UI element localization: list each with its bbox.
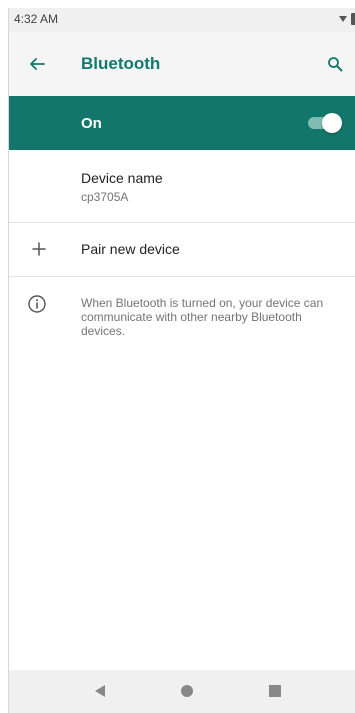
nav-home-button[interactable] xyxy=(178,682,196,700)
device-name-title: Device name xyxy=(81,170,163,186)
status-bar: 4:32 AM xyxy=(9,8,355,32)
search-button[interactable] xyxy=(323,52,347,76)
page-title: Bluetooth xyxy=(81,54,161,73)
status-time: 4:32 AM xyxy=(14,12,59,26)
pair-new-device-row[interactable]: Pair new device xyxy=(9,223,355,277)
switch-label: On xyxy=(81,115,102,132)
bluetooth-master-switch-bar[interactable]: On xyxy=(9,96,355,150)
info-row: When Bluetooth is turned on, your device… xyxy=(9,277,355,367)
back-triangle-icon xyxy=(95,685,105,697)
info-text: When Bluetooth is turned on, your device… xyxy=(81,296,324,338)
home-circle-icon xyxy=(181,685,193,697)
navigation-bar xyxy=(9,670,355,713)
info-icon xyxy=(28,295,46,313)
bluetooth-toggle[interactable] xyxy=(308,113,342,133)
app-bar: Bluetooth xyxy=(9,32,355,96)
back-button[interactable] xyxy=(25,52,49,76)
device-name-value: cp3705A xyxy=(81,190,129,204)
nav-recents-button[interactable] xyxy=(266,682,284,700)
pair-new-device-label: Pair new device xyxy=(81,241,180,257)
recents-square-icon xyxy=(269,685,281,697)
battery-icon xyxy=(351,13,355,25)
arrow-left-icon xyxy=(30,58,45,70)
wifi-icon xyxy=(339,16,347,22)
plus-icon xyxy=(32,242,46,256)
status-icons xyxy=(339,13,355,25)
screen: 4:32 AM Bluetooth On Device name cp3705A… xyxy=(8,8,355,713)
device-name-row[interactable]: Device name cp3705A xyxy=(9,150,355,223)
search-icon xyxy=(328,57,343,72)
toggle-thumb xyxy=(322,113,342,133)
nav-back-button[interactable] xyxy=(91,682,109,700)
